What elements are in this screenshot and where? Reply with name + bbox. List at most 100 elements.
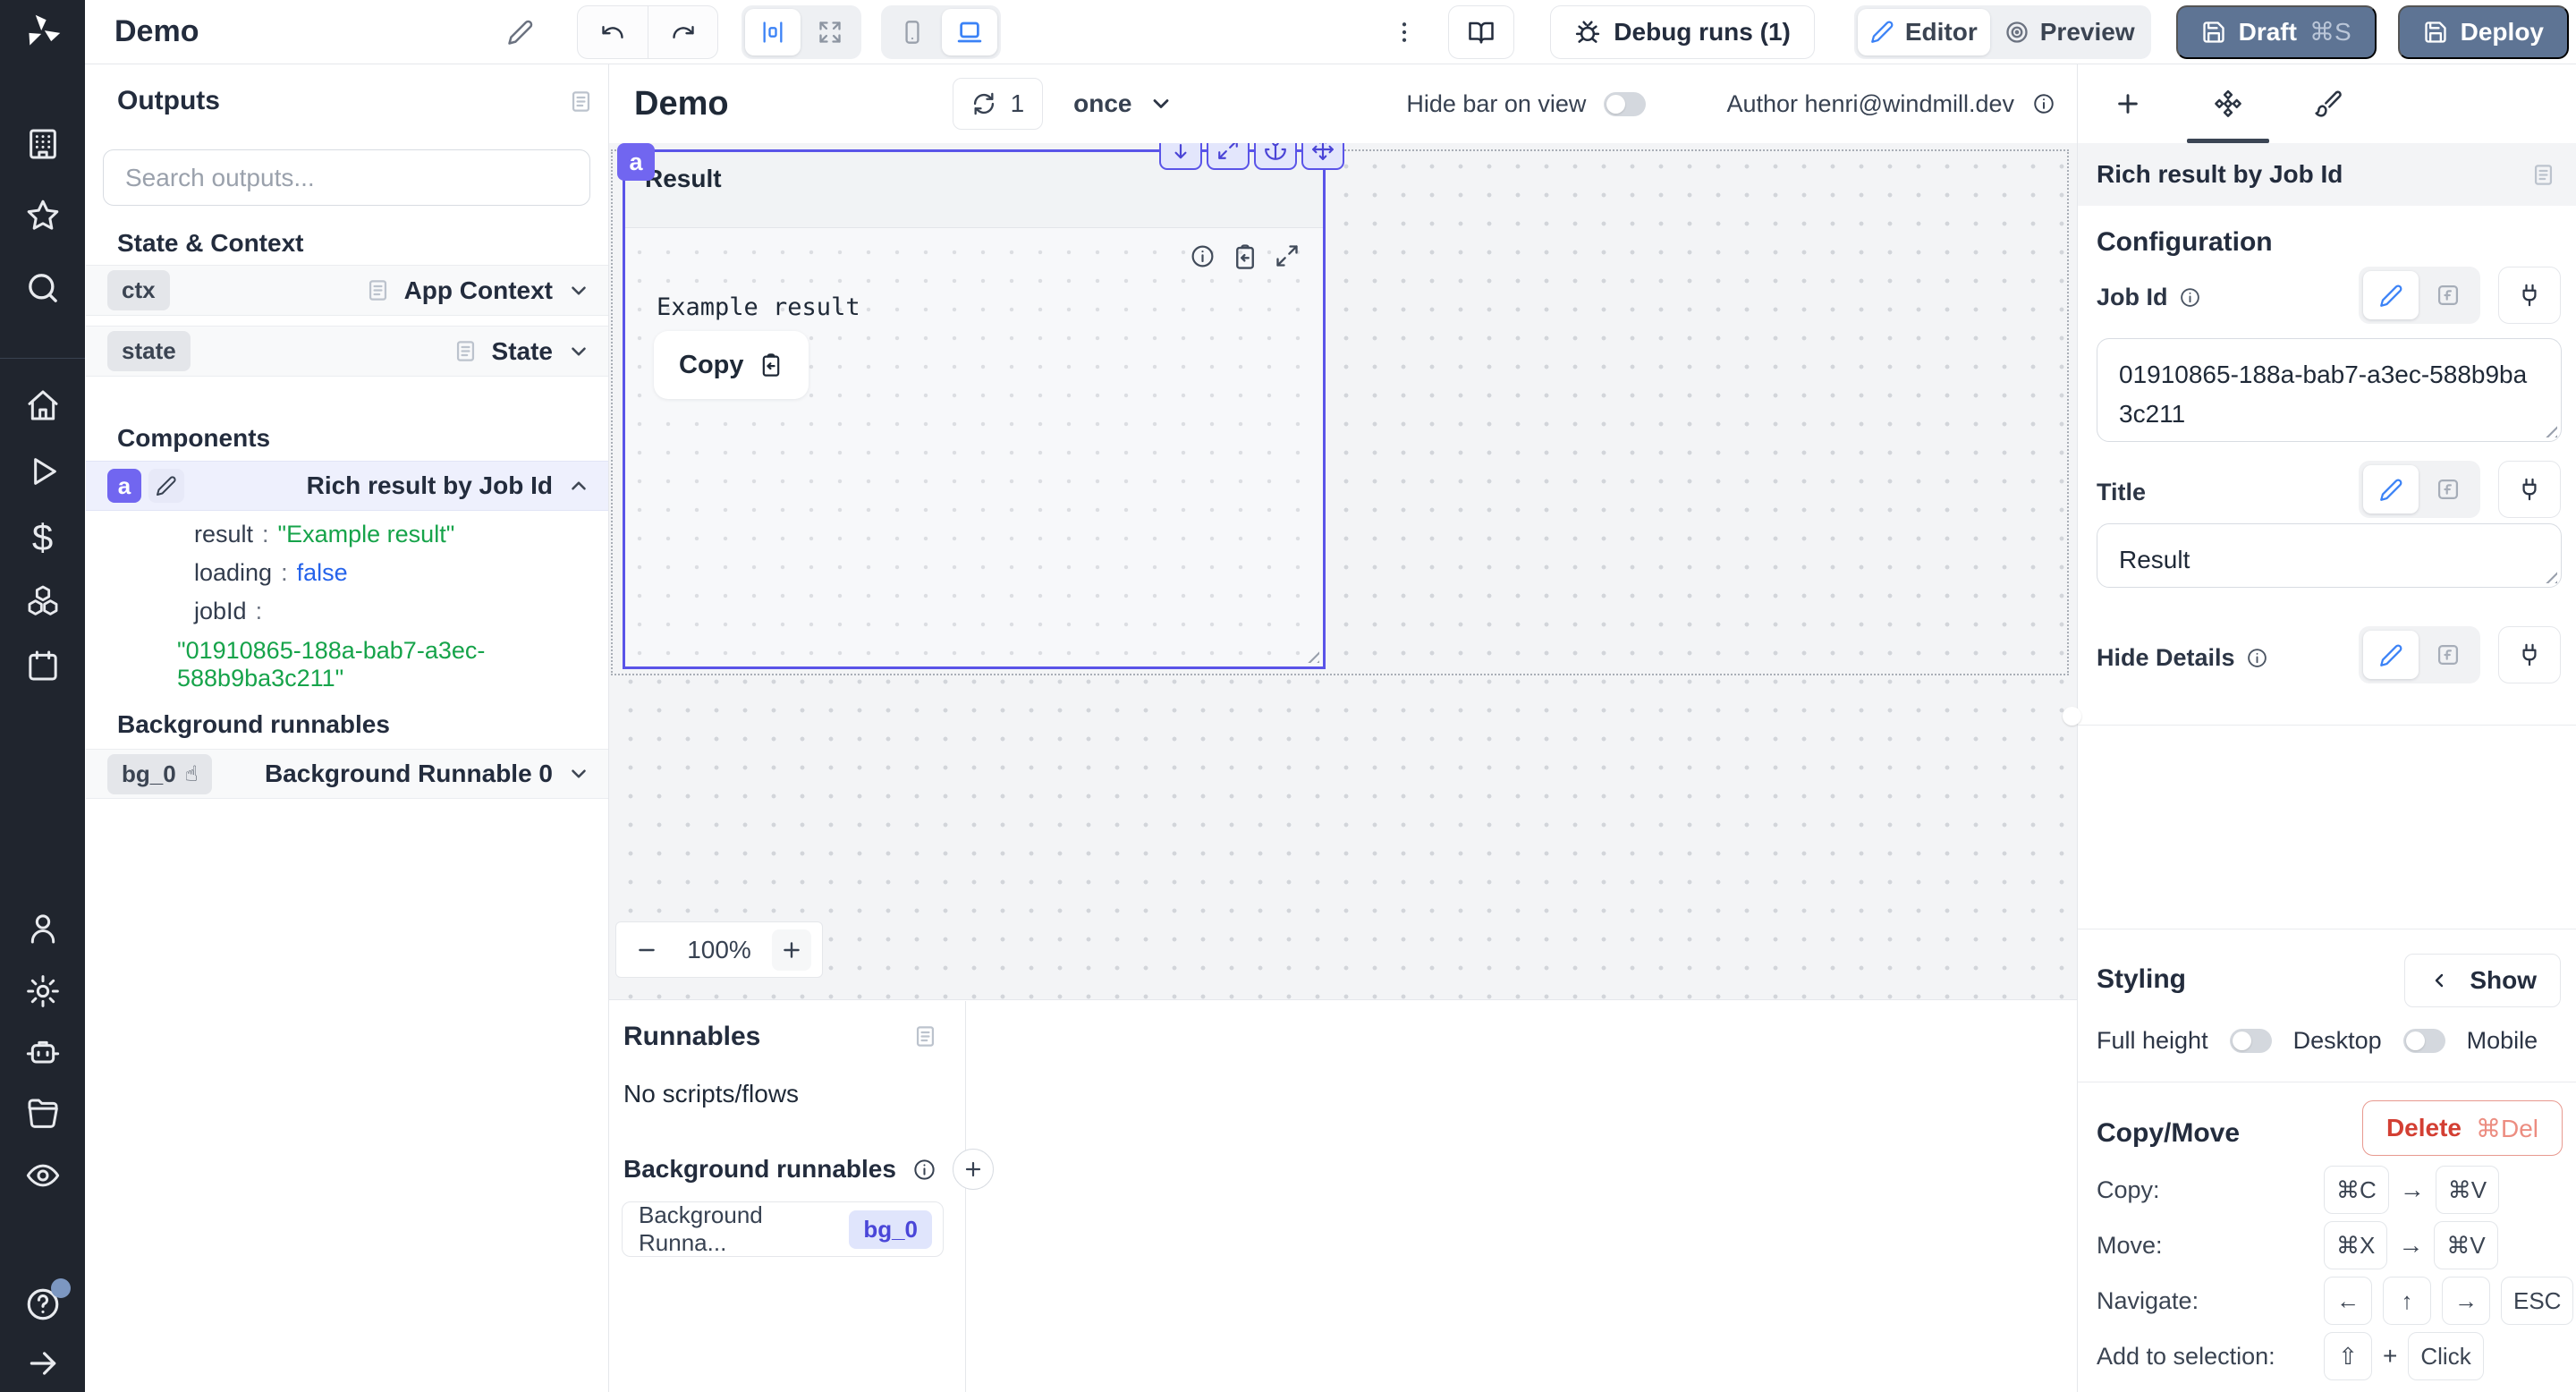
input-resize-handle[interactable] bbox=[2543, 569, 2557, 583]
component-resize-handle[interactable] bbox=[1305, 649, 1319, 663]
workers-icon[interactable] bbox=[25, 1035, 61, 1071]
top-toolbar: Demo Debug runs (1) Editor Preview Draft… bbox=[85, 0, 2576, 64]
bg0-output-row[interactable]: bg_0 ☝ Background Runnable 0 bbox=[86, 749, 608, 799]
navigate-shortcut-row: Navigate: ← ↑ → ESC bbox=[2097, 1276, 2574, 1326]
app-canvas[interactable]: a Result Example result Copy 100% bbox=[609, 143, 2077, 1000]
full-height-toggle[interactable] bbox=[2229, 1029, 2272, 1053]
expand-down-button[interactable] bbox=[1159, 143, 1202, 170]
layout-mode-group bbox=[741, 4, 862, 59]
expand-icon[interactable] bbox=[1275, 243, 1300, 268]
bg0-item-badge: bg_0 bbox=[849, 1210, 932, 1249]
schedules-icon[interactable] bbox=[25, 648, 61, 683]
edit-title-icon[interactable] bbox=[507, 19, 534, 46]
docs-button[interactable] bbox=[1448, 4, 1515, 59]
tab-global-styling[interactable] bbox=[2278, 64, 2378, 143]
runnables-divider bbox=[965, 1001, 966, 1392]
preview-icon bbox=[2004, 20, 2029, 45]
connect-input-button[interactable] bbox=[2498, 267, 2561, 324]
info-icon[interactable] bbox=[912, 1158, 936, 1182]
rich-result-component[interactable]: a Result Example result Copy bbox=[617, 143, 1344, 669]
editor-tab[interactable]: Editor bbox=[1857, 8, 1990, 55]
redo-button[interactable] bbox=[648, 5, 717, 58]
result-value-text: Example result bbox=[657, 293, 860, 321]
zoom-out-button[interactable] bbox=[627, 929, 666, 971]
author-label: Author henri@windmill.dev bbox=[1726, 89, 2014, 117]
mobile-view-button[interactable] bbox=[885, 9, 940, 55]
title-input[interactable]: Result bbox=[2097, 523, 2562, 588]
runnables-log-icon[interactable] bbox=[913, 1024, 937, 1048]
tab-insert-component[interactable] bbox=[2078, 64, 2178, 143]
help-icon[interactable] bbox=[24, 1278, 71, 1323]
undo-button[interactable] bbox=[578, 6, 648, 58]
show-styling-button[interactable]: Show bbox=[2404, 954, 2561, 1007]
json-jobid-key-line: jobId: bbox=[194, 598, 263, 624]
hide-bar-toggle[interactable] bbox=[1604, 91, 1647, 116]
ctx-output-row[interactable]: ctx App Context bbox=[86, 265, 608, 316]
workspace-icon[interactable] bbox=[25, 126, 61, 162]
background-runnable-item[interactable]: Background Runna... bg_0 bbox=[622, 1201, 944, 1257]
bug-icon bbox=[1574, 19, 1601, 46]
info-icon[interactable] bbox=[2179, 286, 2201, 309]
static-input-button[interactable] bbox=[2363, 465, 2419, 514]
search-outputs-input[interactable] bbox=[103, 149, 590, 206]
expand-sidebar-icon[interactable] bbox=[26, 1346, 60, 1380]
connect-input-button[interactable] bbox=[2498, 461, 2561, 518]
component-log-icon[interactable] bbox=[2531, 163, 2555, 187]
move-component-button[interactable] bbox=[1301, 143, 1344, 170]
function-input-button[interactable] bbox=[2420, 271, 2476, 319]
info-icon[interactable] bbox=[2032, 92, 2055, 115]
state-output-row[interactable]: state State bbox=[86, 326, 608, 377]
chevron-down-icon bbox=[567, 340, 590, 363]
fullscreen-component-button[interactable] bbox=[1207, 143, 1250, 170]
info-icon[interactable] bbox=[1190, 243, 1216, 269]
home-icon[interactable] bbox=[25, 387, 61, 423]
info-icon[interactable] bbox=[2246, 647, 2268, 669]
favorites-icon[interactable] bbox=[25, 198, 61, 233]
job-id-textarea[interactable]: 01910865-188a-bab7-a3ec-588b9ba3c211 bbox=[2097, 338, 2562, 442]
outputs-log-icon[interactable] bbox=[569, 89, 593, 114]
users-icon[interactable] bbox=[25, 911, 61, 946]
delete-component-button[interactable]: Delete ⌘Del bbox=[2361, 1100, 2563, 1156]
windmill-logo[interactable] bbox=[0, 0, 85, 64]
background-runnables-heading: Background runnables bbox=[117, 710, 390, 738]
connect-input-button[interactable] bbox=[2498, 626, 2561, 683]
audit-icon[interactable] bbox=[25, 1158, 61, 1193]
mobile-label: Mobile bbox=[2466, 1027, 2538, 1054]
resources-icon[interactable] bbox=[25, 582, 61, 618]
schedule-dropdown[interactable]: once bbox=[1073, 89, 1173, 118]
draft-button[interactable]: Draft ⌘S bbox=[2175, 4, 2377, 59]
function-input-button[interactable] bbox=[2420, 465, 2476, 514]
desktop-view-button[interactable] bbox=[942, 8, 998, 55]
deploy-button[interactable]: Deploy bbox=[2397, 4, 2569, 59]
search-icon[interactable] bbox=[25, 270, 61, 306]
settings-icon[interactable] bbox=[25, 973, 61, 1009]
full-height-label: Full height bbox=[2097, 1027, 2208, 1054]
variables-icon[interactable]: $ bbox=[32, 516, 53, 559]
kbd-cmd-c: ⌘C bbox=[2324, 1166, 2389, 1214]
desktop-toggle[interactable] bbox=[2402, 1029, 2445, 1053]
runs-icon[interactable] bbox=[25, 454, 61, 489]
tab-component-settings[interactable] bbox=[2178, 64, 2278, 143]
debug-runs-button[interactable]: Debug runs (1) bbox=[1550, 4, 1815, 59]
centered-layout-button[interactable] bbox=[745, 8, 801, 55]
log-icon bbox=[366, 278, 390, 302]
preview-tab[interactable]: Preview bbox=[1992, 9, 2148, 55]
folders-icon[interactable] bbox=[25, 1096, 61, 1132]
function-input-button[interactable] bbox=[2420, 631, 2476, 679]
fullscreen-layout-button[interactable] bbox=[802, 9, 858, 55]
component-a-row[interactable]: a Rich result by Job Id bbox=[86, 461, 608, 511]
rename-component-icon[interactable] bbox=[148, 469, 184, 503]
refresh-app-button[interactable]: 1 bbox=[952, 78, 1044, 130]
textarea-resize-handle[interactable] bbox=[2543, 423, 2557, 437]
title-input-mode bbox=[2359, 461, 2561, 518]
selected-component-header: Rich result by Job Id bbox=[2078, 143, 2576, 206]
zoom-in-button[interactable] bbox=[772, 929, 811, 971]
copy-result-button[interactable]: Copy bbox=[654, 331, 809, 399]
static-input-button[interactable] bbox=[2363, 271, 2419, 319]
state-context-heading: State & Context bbox=[117, 229, 304, 257]
anchor-component-button[interactable] bbox=[1254, 143, 1297, 170]
clipboard-icon[interactable] bbox=[1232, 243, 1258, 270]
static-input-button[interactable] bbox=[2363, 631, 2419, 679]
more-options-icon[interactable] bbox=[1391, 19, 1418, 46]
add-background-runnable-button[interactable] bbox=[952, 1149, 994, 1190]
